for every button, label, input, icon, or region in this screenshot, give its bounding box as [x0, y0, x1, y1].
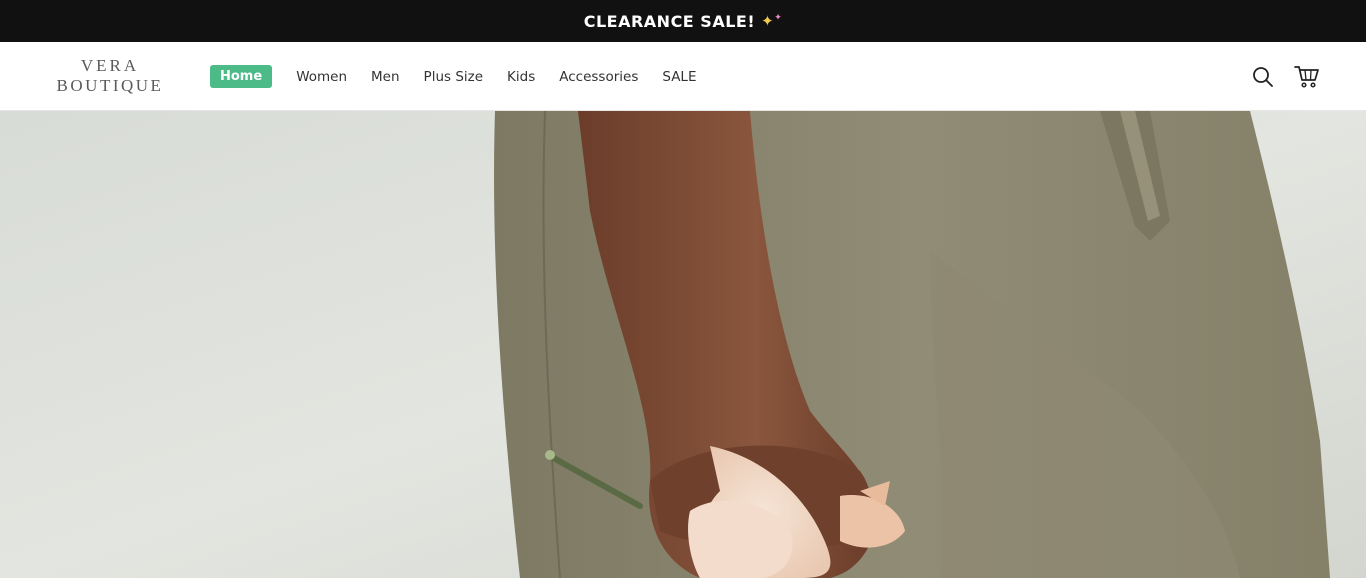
hero-banner[interactable]	[0, 111, 1366, 578]
nav-item-women[interactable]: Women	[296, 69, 347, 85]
site-header: VERA BOUTIQUE Home Women Men Plus Size K…	[0, 42, 1366, 111]
search-icon[interactable]	[1250, 64, 1276, 90]
logo-line-1: VERA	[80, 56, 140, 75]
announcement-text: CLEARANCE SALE!	[583, 11, 756, 31]
announcement-bar: CLEARANCE SALE! ✦✦	[0, 0, 1366, 42]
hero-photo-icon	[0, 111, 1366, 578]
nav-item-kids[interactable]: Kids	[507, 69, 535, 85]
logo-line-2: BOUTIQUE	[56, 76, 164, 95]
cart-icon[interactable]	[1294, 64, 1320, 90]
nav-item-accessories[interactable]: Accessories	[559, 69, 638, 85]
logo[interactable]: VERA BOUTIQUE	[52, 56, 168, 96]
nav-item-plus-size[interactable]: Plus Size	[424, 69, 483, 85]
main-nav: Home Women Men Plus Size Kids Accessorie…	[210, 64, 720, 89]
header-actions	[1250, 64, 1320, 90]
nav-item-men[interactable]: Men	[371, 69, 400, 85]
nav-item-home[interactable]: Home	[210, 65, 273, 88]
sparkles-icon: ✦✦	[761, 12, 783, 30]
nav-item-sale[interactable]: SALE	[662, 69, 696, 85]
